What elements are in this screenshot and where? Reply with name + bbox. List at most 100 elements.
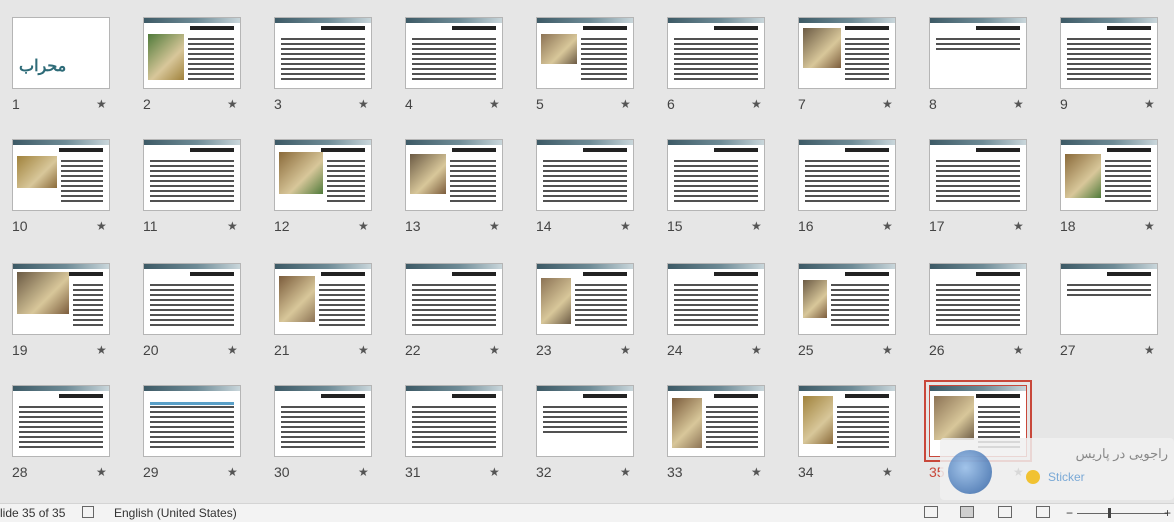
transition-star-icon[interactable]: ★: [1013, 97, 1024, 111]
transition-star-icon[interactable]: ★: [751, 97, 762, 111]
slide-preview[interactable]: [798, 385, 896, 457]
slide-thumbnail[interactable]: 29 ★: [143, 385, 243, 480]
slide-preview[interactable]: [12, 385, 110, 457]
slide-thumbnail[interactable]: 24 ★: [667, 263, 767, 358]
slide-preview[interactable]: [929, 263, 1027, 335]
slide-thumbnail[interactable]: 3 ★: [274, 17, 374, 112]
transition-star-icon[interactable]: ★: [751, 465, 762, 479]
slide-sorter-icon[interactable]: [960, 506, 974, 518]
slide-preview[interactable]: [929, 139, 1027, 211]
slide-preview[interactable]: [274, 17, 372, 89]
slide-thumbnail[interactable]: 34 ★: [798, 385, 898, 480]
slide-thumbnail[interactable]: 19 ★: [12, 263, 112, 358]
transition-star-icon[interactable]: ★: [96, 219, 107, 233]
transition-star-icon[interactable]: ★: [620, 219, 631, 233]
slide-thumbnail[interactable]: 30 ★: [274, 385, 374, 480]
slide-preview[interactable]: [143, 139, 241, 211]
slide-thumbnail[interactable]: 18 ★: [1060, 139, 1160, 234]
transition-star-icon[interactable]: ★: [358, 97, 369, 111]
slide-preview[interactable]: [274, 385, 372, 457]
transition-star-icon[interactable]: ★: [882, 465, 893, 479]
slide-thumbnail[interactable]: 17 ★: [929, 139, 1029, 234]
slide-thumbnail[interactable]: 2 ★: [143, 17, 243, 112]
slide-thumbnail[interactable]: 23 ★: [536, 263, 636, 358]
transition-star-icon[interactable]: ★: [96, 343, 107, 357]
transition-star-icon[interactable]: ★: [620, 343, 631, 357]
slide-thumbnail[interactable]: 7 ★: [798, 17, 898, 112]
slide-preview[interactable]: [536, 139, 634, 211]
slide-preview[interactable]: [405, 17, 503, 89]
slide-preview[interactable]: [798, 17, 896, 89]
slide-preview[interactable]: [1060, 139, 1158, 211]
transition-star-icon[interactable]: ★: [489, 97, 500, 111]
transition-star-icon[interactable]: ★: [1013, 343, 1024, 357]
slide-thumbnail[interactable]: 31 ★: [405, 385, 505, 480]
slide-thumbnail[interactable]: 12 ★: [274, 139, 374, 234]
slide-thumbnail[interactable]: 15 ★: [667, 139, 767, 234]
transition-star-icon[interactable]: ★: [1013, 219, 1024, 233]
zoom-slider-thumb[interactable]: [1108, 508, 1111, 518]
transition-star-icon[interactable]: ★: [620, 465, 631, 479]
slide-thumbnail[interactable]: 4 ★: [405, 17, 505, 112]
transition-star-icon[interactable]: ★: [227, 343, 238, 357]
transition-star-icon[interactable]: ★: [358, 343, 369, 357]
transition-star-icon[interactable]: ★: [358, 219, 369, 233]
slide-thumbnail[interactable]: 13 ★: [405, 139, 505, 234]
zoom-in-button[interactable]: +: [1164, 506, 1171, 520]
slide-preview[interactable]: [536, 263, 634, 335]
transition-star-icon[interactable]: ★: [227, 219, 238, 233]
notes-icon[interactable]: [82, 506, 94, 518]
slide-preview[interactable]: [405, 385, 503, 457]
slide-preview[interactable]: [405, 263, 503, 335]
transition-star-icon[interactable]: ★: [882, 97, 893, 111]
slide-preview[interactable]: [143, 385, 241, 457]
slide-thumbnail[interactable]: 16 ★: [798, 139, 898, 234]
zoom-out-button[interactable]: −: [1066, 506, 1073, 520]
slide-preview[interactable]: [929, 17, 1027, 89]
transition-star-icon[interactable]: ★: [1144, 219, 1155, 233]
slide-preview[interactable]: [1060, 17, 1158, 89]
slide-preview[interactable]: محراب: [12, 17, 110, 89]
transition-star-icon[interactable]: ★: [227, 465, 238, 479]
slide-preview[interactable]: [798, 139, 896, 211]
slide-preview[interactable]: [12, 263, 110, 335]
zoom-slider-track[interactable]: [1077, 513, 1167, 514]
slide-preview[interactable]: [536, 385, 634, 457]
slide-preview[interactable]: [143, 263, 241, 335]
slide-thumbnail[interactable]: محراب 1 ★: [12, 17, 112, 112]
transition-star-icon[interactable]: ★: [1144, 343, 1155, 357]
slide-thumbnail[interactable]: 25 ★: [798, 263, 898, 358]
transition-star-icon[interactable]: ★: [489, 219, 500, 233]
slide-preview[interactable]: [274, 263, 372, 335]
slide-thumbnail[interactable]: 8 ★: [929, 17, 1029, 112]
transition-star-icon[interactable]: ★: [489, 465, 500, 479]
language-label[interactable]: English (United States): [114, 506, 237, 520]
transition-star-icon[interactable]: ★: [227, 97, 238, 111]
transition-star-icon[interactable]: ★: [620, 97, 631, 111]
slide-preview[interactable]: [667, 17, 765, 89]
slide-thumbnail[interactable]: 9 ★: [1060, 17, 1160, 112]
slide-preview[interactable]: [274, 139, 372, 211]
transition-star-icon[interactable]: ★: [751, 343, 762, 357]
slide-preview[interactable]: [667, 139, 765, 211]
slide-thumbnail[interactable]: 27 ★: [1060, 263, 1160, 358]
slide-preview[interactable]: [667, 385, 765, 457]
transition-star-icon[interactable]: ★: [358, 465, 369, 479]
transition-star-icon[interactable]: ★: [96, 465, 107, 479]
reading-view-icon[interactable]: [998, 506, 1012, 518]
slide-preview[interactable]: [667, 263, 765, 335]
slideshow-icon[interactable]: [1036, 506, 1050, 518]
slide-thumbnail[interactable]: 11 ★: [143, 139, 243, 234]
slide-preview[interactable]: [1060, 263, 1158, 335]
slide-thumbnail[interactable]: 5 ★: [536, 17, 636, 112]
transition-star-icon[interactable]: ★: [96, 97, 107, 111]
slide-thumbnail[interactable]: 10 ★: [12, 139, 112, 234]
slide-preview[interactable]: [405, 139, 503, 211]
transition-star-icon[interactable]: ★: [882, 343, 893, 357]
slide-thumbnail[interactable]: 20 ★: [143, 263, 243, 358]
slide-thumbnail[interactable]: 33 ★: [667, 385, 767, 480]
slide-preview[interactable]: [798, 263, 896, 335]
slide-thumbnail[interactable]: 32 ★: [536, 385, 636, 480]
transition-star-icon[interactable]: ★: [751, 219, 762, 233]
slide-thumbnail[interactable]: 26 ★: [929, 263, 1029, 358]
